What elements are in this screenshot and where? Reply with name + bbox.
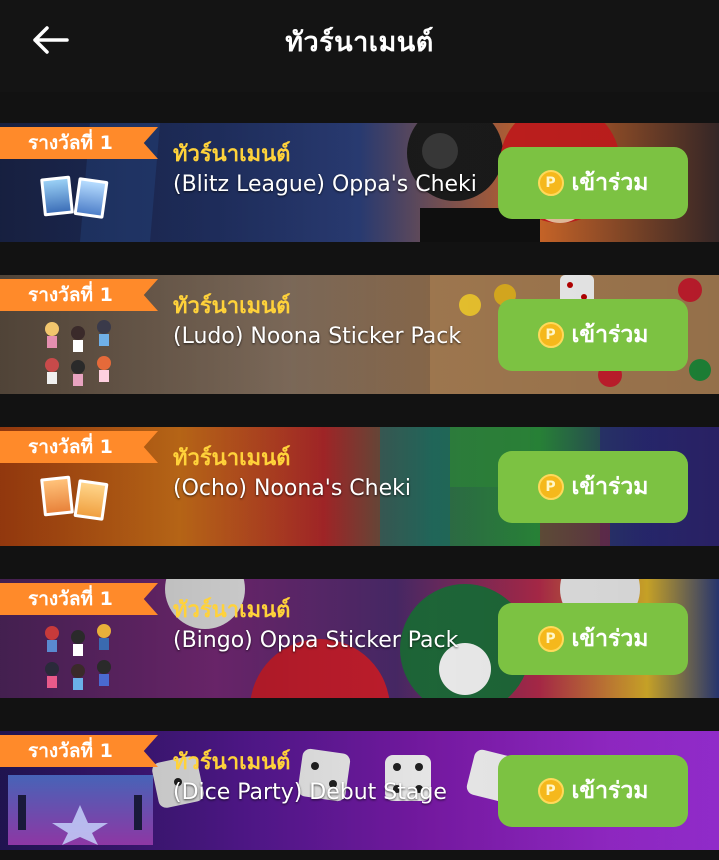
prize-ribbon-label: รางวัลที่ 1 <box>28 588 113 610</box>
prize-ribbon-label: รางวัลที่ 1 <box>28 284 113 306</box>
photo-card <box>73 479 109 521</box>
stage-illustration <box>8 775 153 845</box>
sticker-pack-image <box>38 623 118 693</box>
prize-ribbon-label: รางวัลที่ 1 <box>28 436 113 458</box>
tournament-name: (Ludo) Noona Sticker Pack <box>173 324 462 349</box>
join-button-label: เข้าร่วม <box>571 474 649 500</box>
prize-ribbon: รางวัลที่ 1 <box>0 583 158 615</box>
page-title: ทัวร์นาเมนต์ <box>285 27 434 58</box>
tournament-card: รางวัลที่ 1 ทัวร์นาเมนต์ (Ludo) Noona St… <box>0 275 719 394</box>
tournament-card: รางวัลที่ 1 ทัวร์นาเมนต์ (Ocho) Noona's … <box>0 427 719 546</box>
join-button[interactable]: P เข้าร่วม <box>498 299 688 371</box>
coin-icon: P <box>537 322 564 348</box>
cheki-photos-image <box>38 471 118 541</box>
photo-card <box>40 475 74 517</box>
prize-ribbon: รางวัลที่ 1 <box>0 279 158 311</box>
coin-icon: P <box>537 626 564 652</box>
join-button-label: เข้าร่วม <box>571 778 649 804</box>
prize-ribbon: รางวัลที่ 1 <box>0 735 158 767</box>
prize-ribbon: รางวัลที่ 1 <box>0 127 158 159</box>
tournament-label: ทัวร์นาเมนต์ <box>173 750 291 775</box>
sticker-figures <box>45 320 111 386</box>
prize-ribbon-label: รางวัลที่ 1 <box>28 132 113 154</box>
join-button[interactable]: P เข้าร่วม <box>498 755 688 827</box>
join-button[interactable]: P เข้าร่วม <box>498 147 688 219</box>
prize-ribbon: รางวัลที่ 1 <box>0 431 158 463</box>
tournament-label: ทัวร์นาเมนต์ <box>173 598 291 623</box>
prize-ribbon-label: รางวัลที่ 1 <box>28 740 113 762</box>
join-button-label: เข้าร่วม <box>571 626 649 652</box>
tournament-name: (Dice Party) Debut Stage <box>173 780 447 805</box>
sticker-figures <box>45 624 111 690</box>
join-button-label: เข้าร่วม <box>571 322 649 348</box>
top-bar: ทัวร์นาเมนต์ <box>0 0 719 92</box>
tournament-label: ทัวร์นาเมนต์ <box>173 142 291 167</box>
tournament-card: รางวัลที่ 1 ทัวร์นาเมนต์ (Bingo) Oppa St… <box>0 579 719 698</box>
join-button[interactable]: P เข้าร่วม <box>498 603 688 675</box>
coin-icon: P <box>537 778 564 804</box>
cheki-photos-image <box>38 167 118 237</box>
join-button[interactable]: P เข้าร่วม <box>498 451 688 523</box>
tournament-label: ทัวร์นาเมนต์ <box>173 446 291 471</box>
tournament-name: (Bingo) Oppa Sticker Pack <box>173 628 459 653</box>
photo-card <box>73 177 109 219</box>
debut-stage-image <box>8 775 153 845</box>
tournament-card: รางวัลที่ 1 ทัวร์นาเมนต์ (Blitz League) … <box>0 123 719 242</box>
photo-card <box>40 175 74 217</box>
coin-icon: P <box>537 474 564 500</box>
tournament-name: (Ocho) Noona's Cheki <box>173 476 411 501</box>
join-button-label: เข้าร่วม <box>571 170 649 196</box>
sticker-pack-image <box>38 319 118 389</box>
tournament-label: ทัวร์นาเมนต์ <box>173 294 291 319</box>
coin-icon: P <box>537 170 564 196</box>
tournament-card: รางวัลที่ 1 ทัวร์นาเมนต์ (Dice Party) De… <box>0 731 719 850</box>
tournament-list: รางวัลที่ 1 ทัวร์นาเมนต์ (Blitz League) … <box>0 92 719 860</box>
tournament-name: (Blitz League) Oppa's Cheki <box>173 172 477 197</box>
